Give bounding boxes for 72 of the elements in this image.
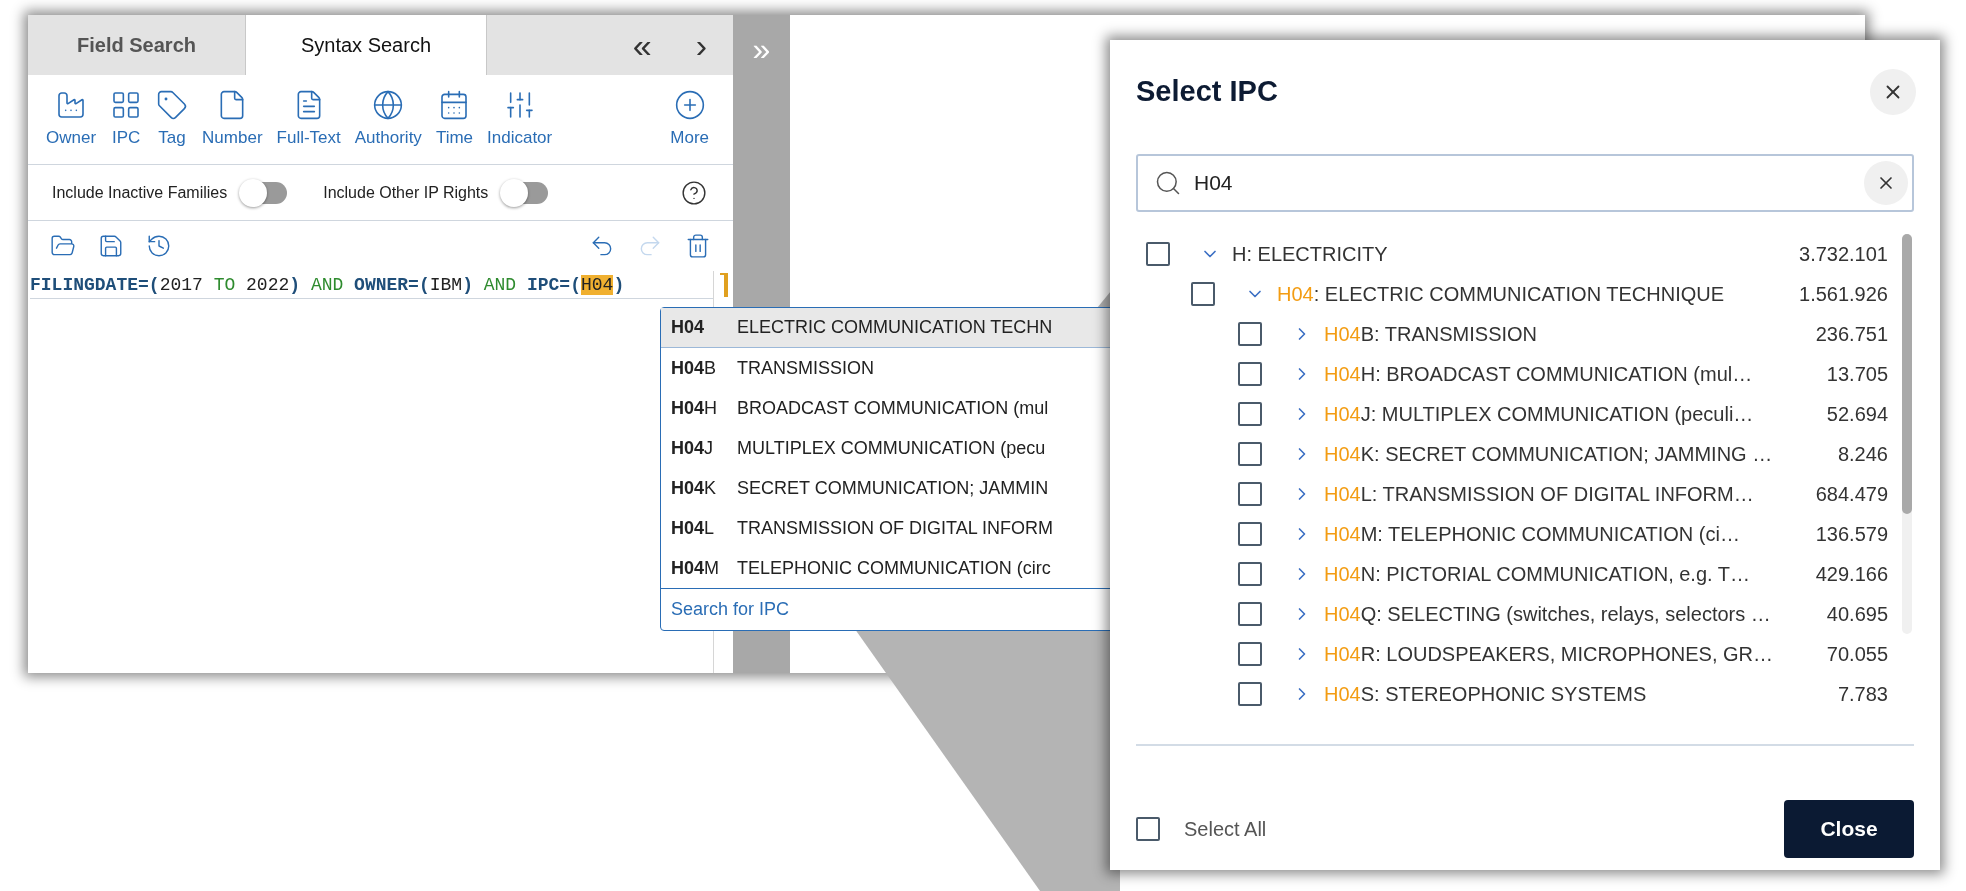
tree-item-label[interactable]: H04H: BROADCAST COMMUNICATION (mul… <box>1324 359 1753 389</box>
checkbox[interactable] <box>1191 282 1215 306</box>
checkbox[interactable] <box>1238 522 1262 546</box>
toolbar-button[interactable]: Tag <box>150 88 195 151</box>
toolbar-button[interactable]: Full-Text <box>270 88 347 151</box>
tree-item-count: 136.579 <box>1814 522 1888 547</box>
toolbar-button[interactable]: Owner <box>40 88 103 151</box>
toolbar-button[interactable]: More <box>664 88 715 151</box>
tree-item-count: 8.246 <box>1836 442 1888 467</box>
scrollbar[interactable] <box>1902 234 1912 634</box>
tree-item-label[interactable]: H04S: STEREOPHONIC SYSTEMS <box>1324 679 1647 709</box>
checkbox[interactable] <box>1136 817 1160 841</box>
tree-item-label[interactable]: H04: ELECTRIC COMMUNICATION TECHNIQUE <box>1277 279 1725 309</box>
toolbar-button[interactable]: Indicator <box>481 88 559 151</box>
tree-item-count: 70.055 <box>1825 642 1888 667</box>
tree-item-count: 52.694 <box>1825 402 1888 427</box>
tree-item-count: 40.695 <box>1825 602 1888 627</box>
tree-item-label[interactable]: H04K: SECRET COMMUNICATION; JAMMING … <box>1324 439 1773 469</box>
close-dialog-button[interactable]: Close <box>1784 800 1914 858</box>
tree-item-label[interactable]: H04N: PICTORIAL COMMUNICATION, e.g. T… <box>1324 559 1750 589</box>
tree-item-label[interactable]: H04M: TELEPHONIC COMMUNICATION (ci… <box>1324 519 1740 549</box>
tag-icon <box>156 88 189 121</box>
tree-item-label[interactable]: H04B: TRANSMISSION <box>1324 319 1538 349</box>
dialog-title: Select IPC <box>1136 74 1278 110</box>
toolbar-button[interactable]: Number <box>196 88 269 151</box>
history-button[interactable] <box>146 233 172 259</box>
search-icon <box>1154 169 1182 197</box>
back-button[interactable]: « <box>620 15 664 75</box>
checkbox[interactable] <box>1238 482 1262 506</box>
tree-item-label[interactable]: H04Q: SELECTING (switches, relays, selectors … <box>1324 599 1771 629</box>
checkbox[interactable] <box>1238 402 1262 426</box>
tree-item-count: 684.479 <box>1814 482 1888 507</box>
toggle-switch[interactable] <box>241 181 288 204</box>
tree-item-label[interactable]: H04L: TRANSMISSION OF DIGITAL INFORM… <box>1324 479 1754 509</box>
clear-button[interactable] <box>1864 161 1908 205</box>
save-button[interactable] <box>98 233 124 259</box>
close-button[interactable] <box>1870 69 1916 115</box>
query-text[interactable]: FILINGDATE=(2017 TO 2022) AND OWNER=(IBM) AND IPC=(H04) <box>30 271 713 299</box>
trash-button[interactable] <box>685 233 711 259</box>
scroll-marker <box>720 273 728 297</box>
checkbox[interactable] <box>1238 322 1262 346</box>
checkbox[interactable] <box>1238 602 1262 626</box>
help-icon[interactable] <box>681 179 707 206</box>
tree-item-count: 3.732.101 <box>1798 242 1888 267</box>
tree-item-count: 236.751 <box>1814 322 1888 347</box>
forward-button[interactable]: › <box>683 15 719 75</box>
tree-item-label[interactable]: H: ELECTRICITY <box>1232 239 1388 269</box>
checkbox[interactable] <box>1146 242 1170 266</box>
search-field[interactable]: H04 <box>1194 163 1864 203</box>
checkbox[interactable] <box>1238 682 1262 706</box>
search-bar[interactable]: H04 <box>1136 154 1914 212</box>
tree-item-label[interactable]: H04R: LOUDSPEAKERS, MICROPHONES, GR… <box>1324 639 1773 669</box>
toggle-switch[interactable] <box>502 181 549 204</box>
globe-icon <box>372 88 405 121</box>
plus-circle-icon <box>673 88 706 121</box>
toggle-label: Include Inactive Families <box>52 182 228 203</box>
toolbar-button[interactable]: IPC <box>104 88 149 151</box>
tree-item-count: 1.561.926 <box>1798 282 1888 307</box>
checkbox[interactable] <box>1238 642 1262 666</box>
tree-item-count: 7.783 <box>1836 682 1888 707</box>
toggle-label: Include Other IP Rights <box>323 182 489 203</box>
tab[interactable]: Syntax Search <box>245 15 487 75</box>
toolbar-button[interactable]: Authority <box>348 88 428 151</box>
select-all-label: Select All <box>1184 817 1267 842</box>
checkbox[interactable] <box>1238 442 1262 466</box>
search-link[interactable]: Search for IPC <box>671 596 790 623</box>
checkbox[interactable] <box>1238 562 1262 586</box>
checkbox[interactable] <box>1238 362 1262 386</box>
tree-item-count: 429.166 <box>1814 562 1888 587</box>
toolbar-button[interactable]: Time <box>429 88 480 151</box>
tree-item-label[interactable]: H04J: MULTIPLEX COMMUNICATION (peculi… <box>1324 399 1754 429</box>
tree-item-count: 13.705 <box>1825 362 1888 387</box>
